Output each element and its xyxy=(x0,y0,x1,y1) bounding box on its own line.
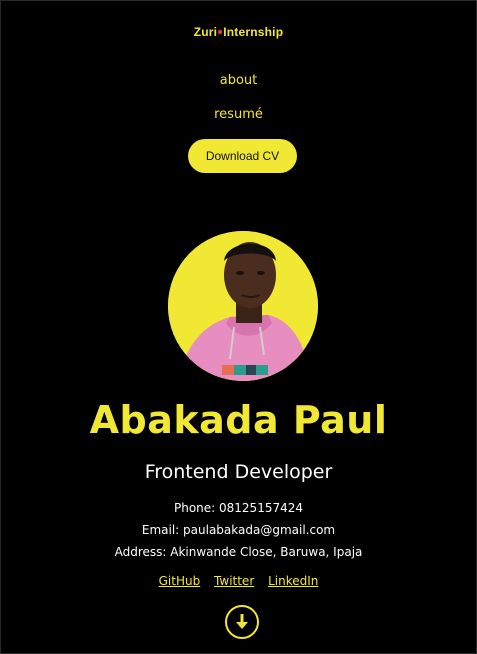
profile-name: Abakada Paul xyxy=(89,398,388,442)
download-cv-button[interactable]: Download CV xyxy=(188,139,297,173)
github-link[interactable]: GitHub xyxy=(159,574,201,588)
portfolio-page: Zuri Internship about resumé Download CV xyxy=(0,0,477,654)
avatar xyxy=(168,231,318,381)
contact-phone: Phone: 08125157424 xyxy=(173,501,303,515)
contact-email: Email: paulabakada@gmail.com xyxy=(141,523,336,537)
logo-dot xyxy=(218,30,223,35)
profile-photo xyxy=(168,231,318,381)
profile-role: Frontend Developer xyxy=(144,461,333,483)
scroll-down-button[interactable] xyxy=(225,605,259,639)
zuri-internship-logo[interactable]: Zuri Internship xyxy=(1,25,476,39)
social-links: GitHub Twitter LinkedIn xyxy=(1,574,476,588)
nav-about-link[interactable]: about xyxy=(1,73,476,88)
logo-text-internship: Internship xyxy=(223,25,284,39)
logo-text-zuri: Zuri xyxy=(193,25,218,39)
arrow-down-icon xyxy=(236,614,248,629)
contact-address: Address: Akinwande Close, Baruwa, Ipaja xyxy=(114,545,363,559)
nav-resume-link[interactable]: resumé xyxy=(1,107,476,122)
twitter-link[interactable]: Twitter xyxy=(214,574,254,588)
linkedin-link[interactable]: LinkedIn xyxy=(268,574,318,588)
